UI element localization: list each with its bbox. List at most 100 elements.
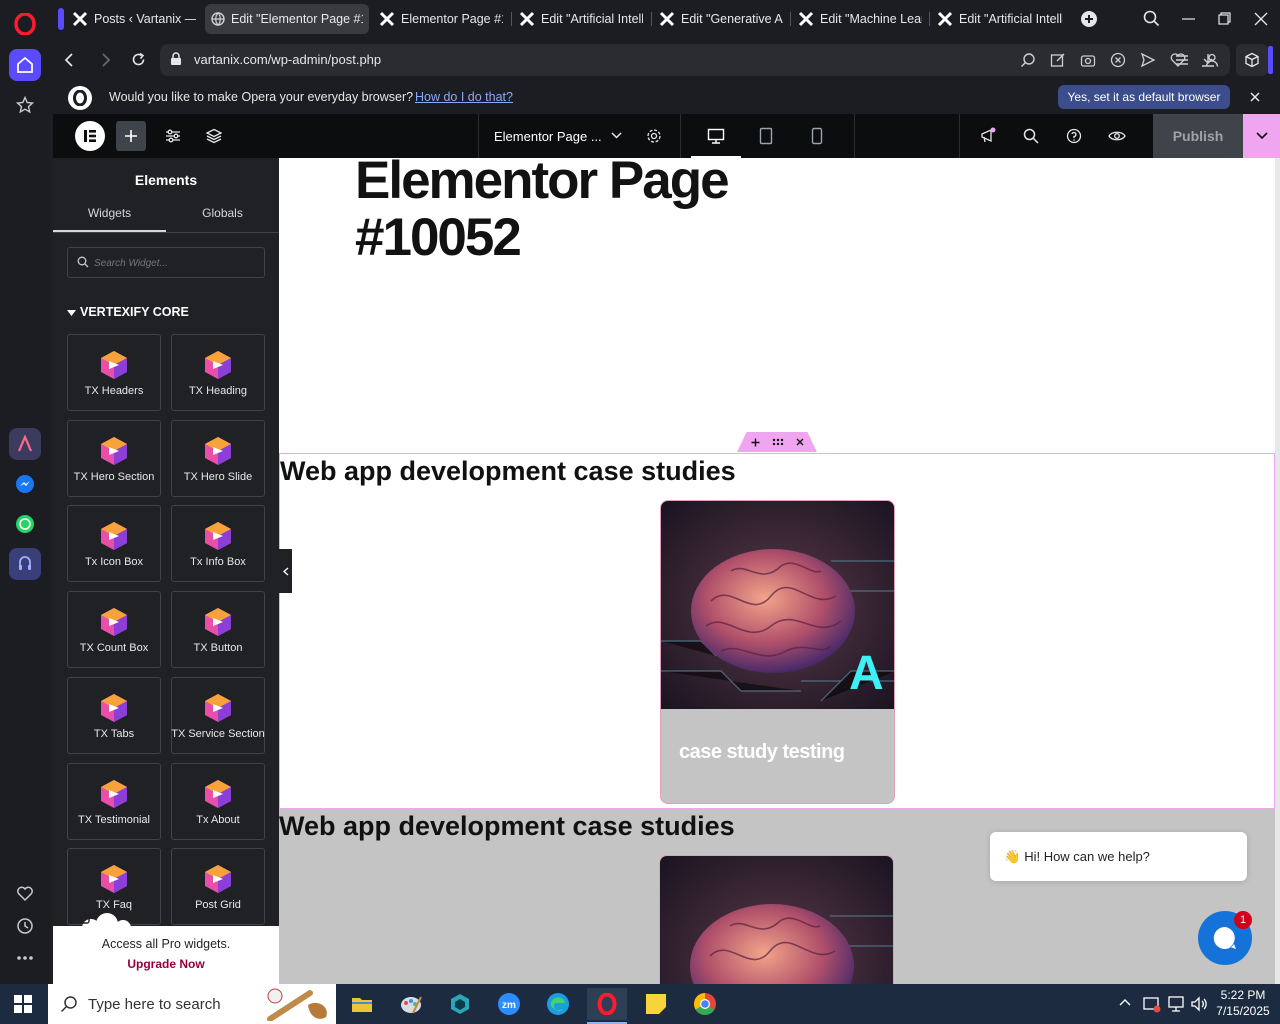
profile-icon[interactable] [1204, 52, 1220, 68]
desktop-view-icon[interactable] [702, 122, 730, 150]
add-section-icon[interactable] [751, 438, 760, 447]
windows-start-icon[interactable] [14, 995, 32, 1013]
tab-widgets[interactable]: Widgets [53, 206, 166, 220]
canvas-scrollbar[interactable] [1275, 158, 1280, 984]
snapshot-icon[interactable] [1080, 52, 1096, 68]
adblock-icon[interactable] [1110, 52, 1126, 68]
widget-tile[interactable]: TX Heading [171, 334, 265, 411]
paint-app-icon[interactable] [391, 988, 431, 1020]
case-study-card[interactable]: A case study testing [660, 500, 895, 804]
page-title[interactable]: Elementor Page #10052 [355, 158, 730, 266]
tab-elementor-page[interactable]: Elementor Page #100 [373, 4, 509, 34]
widget-tile[interactable]: Tx Icon Box [67, 505, 161, 583]
edit-icon[interactable] [1050, 52, 1066, 68]
widget-tile[interactable]: TX Tabs [67, 676, 161, 754]
aria-icon[interactable] [9, 428, 41, 460]
widget-tile[interactable]: TX Button [171, 591, 265, 669]
minimize-icon[interactable] [1182, 18, 1195, 20]
chat-greeting-bubble[interactable]: 👋 Hi! How can we help? [990, 832, 1247, 881]
opera-taskbar-icon[interactable] [587, 988, 627, 1020]
widget-tile[interactable]: TX Hero Slide [171, 419, 265, 497]
widget-tile[interactable]: TX Headers [67, 334, 161, 411]
sticky-notes-icon[interactable] [636, 988, 676, 1020]
opera-logo-icon[interactable] [9, 8, 41, 40]
url-field[interactable]: vartanix.com/wp-admin/post.php [160, 44, 1230, 76]
music-player-icon[interactable] [9, 548, 41, 580]
widget-tile[interactable]: TX Testimonial [67, 762, 161, 840]
set-default-button[interactable]: Yes, set it as default browser [1058, 85, 1230, 109]
forward-icon[interactable] [101, 53, 111, 67]
widget-tile[interactable]: TX Count Box [67, 591, 161, 669]
messenger-icon[interactable] [9, 468, 41, 500]
tab-globals[interactable]: Globals [166, 206, 279, 220]
send-icon[interactable] [1140, 52, 1156, 68]
notifications-megaphone-icon[interactable] [974, 122, 1002, 150]
collapse-panel-button[interactable] [279, 549, 292, 593]
volume-icon[interactable] [1190, 995, 1208, 1013]
tab-edit-artificial-intelligence[interactable]: Edit "Artificial Intellig [513, 4, 649, 34]
zoom-app-icon[interactable]: zm [489, 988, 529, 1020]
tablet-view-icon[interactable] [752, 122, 780, 150]
upgrade-now-link[interactable]: Upgrade Now [53, 957, 279, 971]
reload-icon[interactable] [131, 52, 146, 67]
home-icon[interactable] [9, 49, 41, 81]
whatsapp-icon[interactable] [9, 508, 41, 540]
edge-browser-icon[interactable] [538, 988, 578, 1020]
page-settings-gear-icon[interactable] [640, 122, 668, 150]
search-widget-input[interactable] [94, 254, 254, 272]
file-explorer-icon[interactable] [342, 988, 382, 1020]
widget-category-header[interactable]: VERTEXIFY CORE [67, 305, 189, 319]
widget-tile[interactable]: TX Hero Section [67, 419, 161, 497]
section-handle[interactable] [737, 432, 817, 452]
tab-edit-generative-ai[interactable]: Edit "Generative AI" [653, 4, 789, 34]
infobar-help-link[interactable]: How do I do that? [415, 90, 513, 104]
drag-handle-icon[interactable] [772, 438, 784, 446]
section-heading[interactable]: Web app development case studies [280, 456, 736, 487]
close-window-icon[interactable] [1254, 12, 1268, 26]
security-alert-icon[interactable] [1143, 995, 1161, 1013]
tab-edit-machine-learning[interactable]: Edit "Machine Learni [792, 4, 928, 34]
restore-icon[interactable] [1218, 12, 1231, 25]
star-icon[interactable] [9, 89, 41, 121]
preview-eye-icon[interactable] [1103, 122, 1131, 150]
close-infobar-icon[interactable] [1250, 92, 1260, 102]
finder-search-icon[interactable] [1017, 122, 1045, 150]
more-icon[interactable] [9, 942, 41, 974]
easy-setup-icon[interactable] [1174, 52, 1190, 68]
extensions-icon[interactable] [1236, 44, 1268, 76]
document-title[interactable]: Elementor Page ... [494, 129, 602, 144]
heart-icon[interactable] [9, 878, 41, 910]
search-widget-field[interactable] [67, 247, 265, 278]
elementor-logo-icon[interactable] [75, 121, 105, 151]
add-element-button[interactable] [116, 121, 146, 151]
gem-app-icon[interactable] [440, 988, 480, 1020]
structure-layers-icon[interactable] [200, 122, 228, 150]
history-icon[interactable] [9, 910, 41, 942]
taskbar-clock[interactable]: 5:22 PM 7/15/2025 [1212, 987, 1274, 1019]
case-studies-section[interactable]: Web app development case studies A case … [279, 453, 1275, 809]
mobile-view-icon[interactable] [803, 122, 831, 150]
back-icon[interactable] [64, 53, 74, 67]
case-study-card[interactable] [659, 855, 894, 984]
publish-options-button[interactable] [1243, 114, 1280, 158]
card-title[interactable]: case study testing [679, 741, 845, 764]
site-settings-icon[interactable] [159, 122, 187, 150]
network-icon[interactable] [1167, 995, 1185, 1013]
delete-section-icon[interactable] [796, 438, 804, 446]
new-tab-button[interactable] [1081, 11, 1097, 27]
tab-edit-elementor-page[interactable]: Edit "Elementor Page #100 [205, 4, 369, 34]
chevron-up-icon[interactable] [1119, 998, 1131, 1006]
help-icon[interactable] [1060, 122, 1088, 150]
widget-tile[interactable]: Post Grid [171, 848, 265, 926]
publish-button[interactable]: Publish [1153, 114, 1243, 158]
find-icon[interactable] [1020, 52, 1036, 68]
chrome-browser-icon[interactable] [685, 988, 725, 1020]
tab-edit-artificial-intelligence-2[interactable]: Edit "Artificial Intellig [931, 4, 1069, 34]
chevron-down-icon[interactable] [611, 132, 622, 139]
tab-posts[interactable]: Posts ‹ Vartanix — W [66, 4, 202, 34]
taskbar-search-box[interactable]: Type here to search [48, 984, 336, 1024]
tab-search-icon[interactable] [1143, 10, 1160, 27]
widget-tile[interactable]: Tx Info Box [171, 505, 265, 583]
section-heading[interactable]: Web app development case studies [279, 811, 735, 842]
widget-tile[interactable]: Tx About [171, 762, 265, 840]
